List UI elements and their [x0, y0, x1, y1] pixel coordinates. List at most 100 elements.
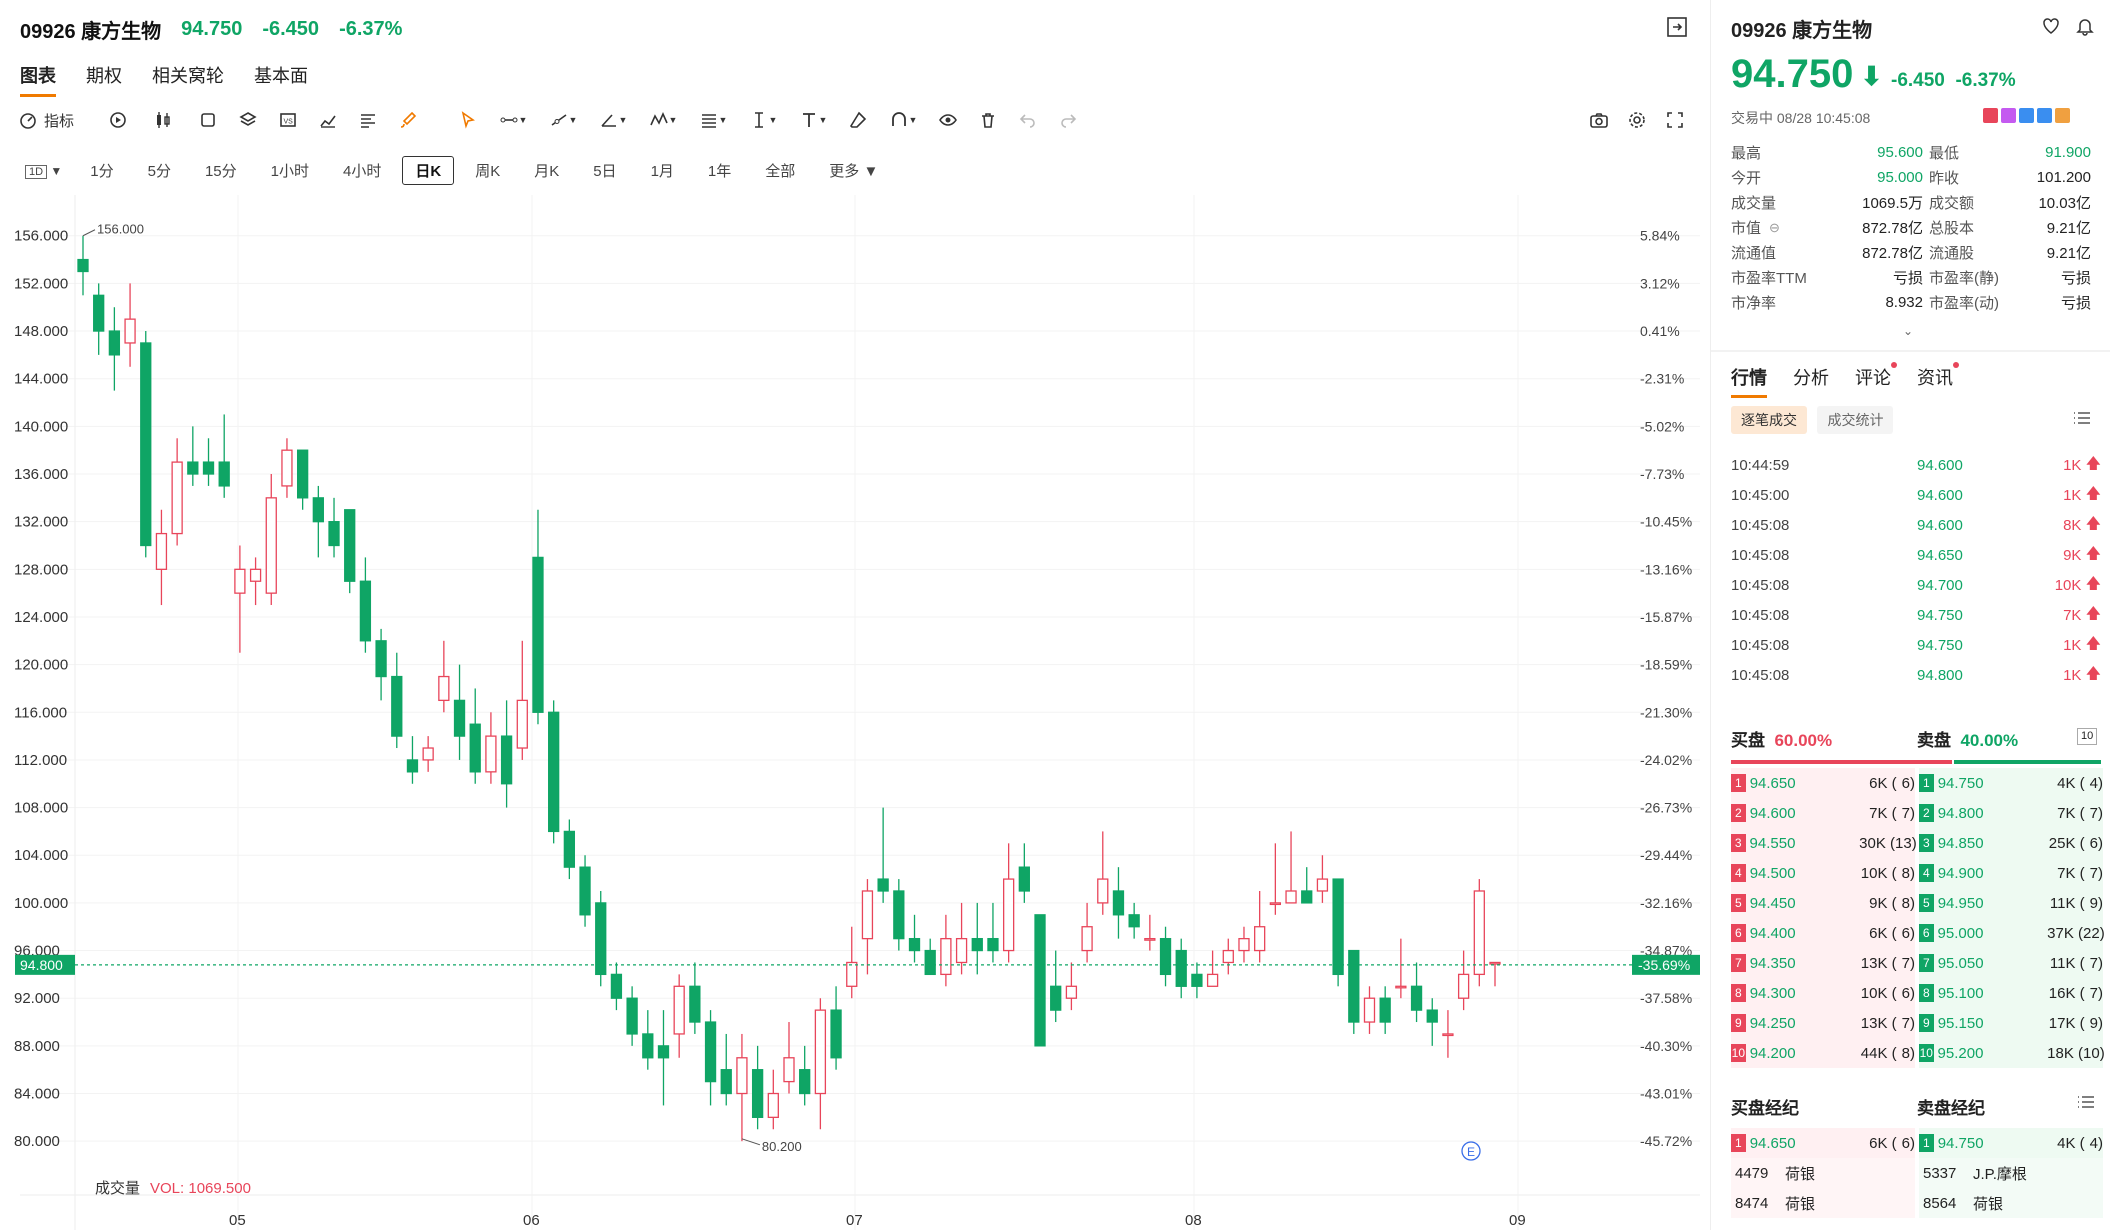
ask-row[interactable]: 4 94.900 7K (7)	[1919, 858, 2103, 888]
fullscreen-icon[interactable]	[1664, 108, 1686, 132]
interval-weekly[interactable]: 周K	[462, 156, 513, 185]
vs-compare-icon[interactable]: VS	[268, 108, 308, 132]
eraser-icon[interactable]	[838, 108, 878, 132]
candle[interactable]	[893, 879, 905, 951]
layers-icon[interactable]	[228, 108, 268, 132]
tab-chart[interactable]: 图表	[20, 62, 56, 97]
candle[interactable]	[1332, 878, 1344, 987]
candle[interactable]	[516, 640, 528, 760]
candle[interactable]	[626, 986, 638, 1046]
candle[interactable]	[1316, 855, 1329, 903]
candle[interactable]	[1301, 867, 1313, 904]
candle[interactable]	[1128, 902, 1140, 939]
candle[interactable]	[563, 819, 576, 880]
candle[interactable]	[1175, 938, 1187, 999]
heart-icon[interactable]	[2041, 16, 2061, 41]
candle[interactable]	[296, 449, 309, 510]
candle[interactable]	[987, 902, 999, 963]
trade-row[interactable]: 10:45:08 94.750 7K 🡅	[1731, 600, 2101, 630]
candle[interactable]	[1081, 902, 1093, 963]
interval-1mo[interactable]: 1月	[638, 156, 687, 185]
candle[interactable]	[108, 307, 121, 391]
candle[interactable]	[1222, 938, 1234, 975]
pill-tick-trades[interactable]: 逐笔成交	[1731, 406, 1807, 434]
candle[interactable]	[908, 914, 921, 963]
candle[interactable]	[406, 736, 419, 784]
align-icon[interactable]	[348, 108, 388, 132]
candle[interactable]	[218, 414, 230, 498]
candle[interactable]	[1426, 998, 1438, 1046]
candle[interactable]	[344, 509, 356, 594]
ask-row[interactable]: 6 95.000 37K (22)	[1919, 918, 2105, 948]
candle[interactable]	[391, 652, 403, 749]
candle[interactable]	[485, 712, 497, 784]
candle[interactable]	[1457, 950, 1470, 1011]
interval-4h[interactable]: 4小时	[330, 156, 394, 185]
candle[interactable]	[1254, 890, 1266, 963]
candle[interactable]	[673, 974, 685, 1058]
list-icon[interactable]	[2077, 1094, 2095, 1119]
broker-buy-row[interactable]: 1 94.650 6K ( 6)	[1731, 1128, 1915, 1158]
bell-icon[interactable]	[2075, 16, 2095, 41]
candle-type-icon[interactable]	[138, 108, 188, 132]
broker-row[interactable]: 8564 荷银	[1919, 1188, 2103, 1218]
trade-row[interactable]: 10:45:08 94.600 8K 🡅	[1731, 510, 2101, 540]
ask-row[interactable]: 8 95.100 16K (7)	[1919, 978, 2103, 1008]
angle-tool-icon[interactable]: ▼	[588, 108, 638, 132]
replay-icon[interactable]	[98, 108, 138, 132]
candle[interactable]	[265, 474, 277, 606]
broker-row[interactable]: 4479 荷银	[1731, 1158, 1915, 1188]
earnings-marker-icon[interactable]: E	[1461, 1141, 1481, 1161]
candle[interactable]	[171, 438, 183, 546]
candle[interactable]	[814, 998, 827, 1130]
candle[interactable]	[140, 331, 152, 558]
candle[interactable]	[187, 426, 199, 486]
candle[interactable]	[642, 1010, 654, 1070]
interval-more[interactable]: 更多 ▼	[816, 156, 891, 185]
candle[interactable]	[1206, 950, 1219, 987]
text-tool-icon[interactable]: ▼	[738, 108, 788, 132]
candle[interactable]	[1348, 949, 1360, 1034]
candle[interactable]	[1144, 914, 1156, 951]
ask-row[interactable]: 9 95.150 17K (9)	[1919, 1008, 2103, 1038]
bid-row[interactable]: 7 94.350 13K (7)	[1731, 948, 1915, 978]
list-icon[interactable]	[2073, 410, 2091, 431]
candle[interactable]	[155, 509, 168, 606]
candle[interactable]	[1065, 962, 1078, 1011]
candle[interactable]	[595, 890, 607, 987]
bid-row[interactable]: 8 94.300 10K (6)	[1731, 978, 1915, 1008]
rectangle-icon[interactable]	[188, 108, 228, 132]
bid-row[interactable]: 6 94.400 6K (6)	[1731, 918, 1915, 948]
candle[interactable]	[328, 497, 340, 558]
candle[interactable]	[422, 736, 434, 772]
trend-line-icon[interactable]: ▼	[488, 108, 538, 132]
candle[interactable]	[736, 1033, 748, 1142]
tab-comments[interactable]: 评论	[1855, 362, 1897, 398]
candle[interactable]	[1112, 867, 1125, 939]
candle[interactable]	[438, 640, 450, 713]
tab-fundamentals[interactable]: 基本面	[254, 62, 308, 97]
candle[interactable]	[281, 438, 293, 498]
candle[interactable]	[861, 879, 874, 975]
ask-row[interactable]: 3 94.850 25K (6)	[1919, 828, 2103, 858]
candle[interactable]	[1238, 926, 1250, 963]
candlestick-chart[interactable]: 156.000 152.000 148.000 144.000 140.000 136.0…	[0, 195, 1700, 1230]
tab-market[interactable]: 行情	[1731, 364, 1767, 398]
tab-analysis[interactable]: 分析	[1793, 364, 1829, 398]
expand-icon[interactable]	[1666, 16, 1688, 43]
broker-row[interactable]: 5337 J.P.摩根	[1919, 1158, 2103, 1188]
broker-sell-row[interactable]: 1 94.750 4K ( 4)	[1919, 1128, 2103, 1158]
candle[interactable]	[924, 938, 936, 976]
brush-icon[interactable]	[388, 108, 428, 132]
candle[interactable]	[234, 545, 246, 653]
candle[interactable]	[312, 485, 324, 558]
candle[interactable]	[1018, 843, 1030, 903]
tab-warrants[interactable]: 相关窝轮	[152, 62, 224, 97]
candle[interactable]	[500, 700, 513, 808]
candle[interactable]	[799, 1045, 811, 1106]
interval-all[interactable]: 全部	[752, 156, 808, 185]
candle[interactable]	[1034, 914, 1046, 1047]
candle[interactable]	[1489, 961, 1501, 987]
interval-1h[interactable]: 1小时	[258, 156, 322, 185]
wave-tool-icon[interactable]: ▼	[638, 108, 688, 132]
